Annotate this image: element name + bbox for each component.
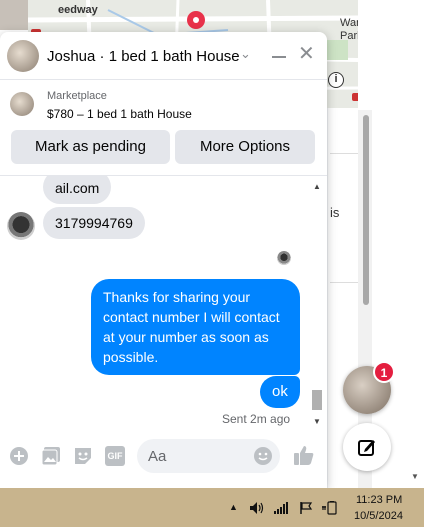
background-divider [330,153,360,154]
message-input[interactable]: Aa [137,439,280,473]
message-input-placeholder: Aa [148,448,167,465]
map-label-warren-park: WarrenPark [340,17,358,43]
compose-icon [358,440,375,456]
avatar[interactable] [7,40,39,72]
clock-date[interactable]: 10/5/2024 [354,510,403,522]
new-message-button[interactable] [343,423,391,471]
network-signal-icon[interactable] [273,501,289,515]
chat-scroll-up-arrow[interactable]: ▲ [313,182,321,191]
gif-icon[interactable]: GIF [105,446,125,466]
battery-charging-icon[interactable] [322,501,338,515]
incoming-message-email[interactable]: ail.com [43,176,112,204]
sent-time-label: Sent 2m ago [222,412,291,426]
chat-title[interactable]: Joshua · 1 bed 1 bath House [47,48,240,65]
message-composer: GIF Aa [0,428,327,488]
chat-scroll-down-arrow[interactable]: ▼ [313,417,321,426]
chat-scrollbar-thumb[interactable] [312,390,322,410]
close-icon[interactable]: ✕ [298,44,315,64]
clock-time[interactable]: 11:23 PM [356,494,402,506]
photo-icon[interactable] [41,446,61,466]
map-label-warren-line1: Warren [340,17,358,29]
map-label-warren-line2: Park [340,30,358,42]
show-hidden-icons-chevron-icon[interactable]: ▲ [229,502,238,516]
read-receipt-avatar [277,251,291,265]
incoming-message-phone[interactable]: 3179994769 [43,207,145,239]
outgoing-message-long[interactable]: Thanks for sharing your contact number I… [91,279,300,375]
background-divider-2 [330,282,360,283]
volume-icon[interactable] [249,501,265,515]
page-scrollbar-thumb[interactable] [363,115,369,305]
message-list[interactable]: ail.com 3179994769 Thanks for sharing yo… [0,176,327,428]
map-label-speedway: eedway [58,4,98,16]
marketplace-label: Marketplace [47,90,107,102]
mark-as-pending-button[interactable]: Mark as pending [11,130,170,164]
plus-circle-icon[interactable] [9,446,29,466]
minimize-icon[interactable] [272,56,286,58]
taskbar: ▲ 11:23 PM 10/5/2024 [0,488,424,527]
chevron-down-icon[interactable]: ⌄ [240,46,251,62]
flag-icon[interactable] [299,501,313,515]
chat-window: Joshua · 1 bed 1 bath House ⌄ ✕ Marketpl… [0,32,327,488]
unread-badge: 1 [373,361,395,383]
sender-avatar [7,212,35,240]
map-highway-shield-icon-2 [352,93,358,101]
listing-thumbnail[interactable] [10,92,34,116]
emoji-icon[interactable] [253,446,273,466]
thumbs-up-icon[interactable] [293,444,315,466]
more-options-button[interactable]: More Options [175,130,315,164]
chat-header[interactable]: Joshua · 1 bed 1 bath House ⌄ ✕ [0,32,327,80]
background-image-strip [0,0,28,30]
map-info-icon[interactable]: i [328,72,344,88]
listing-title[interactable]: $780 – 1 bed 1 bath House [47,107,192,121]
background-snippet-text: is [330,205,340,220]
page-scroll-down-arrow[interactable]: ▼ [411,472,419,481]
outgoing-message-ok[interactable]: ok [260,376,300,408]
sticker-icon[interactable] [73,446,93,466]
marketplace-listing-card: Marketplace $780 – 1 bed 1 bath House Ma… [0,80,327,176]
